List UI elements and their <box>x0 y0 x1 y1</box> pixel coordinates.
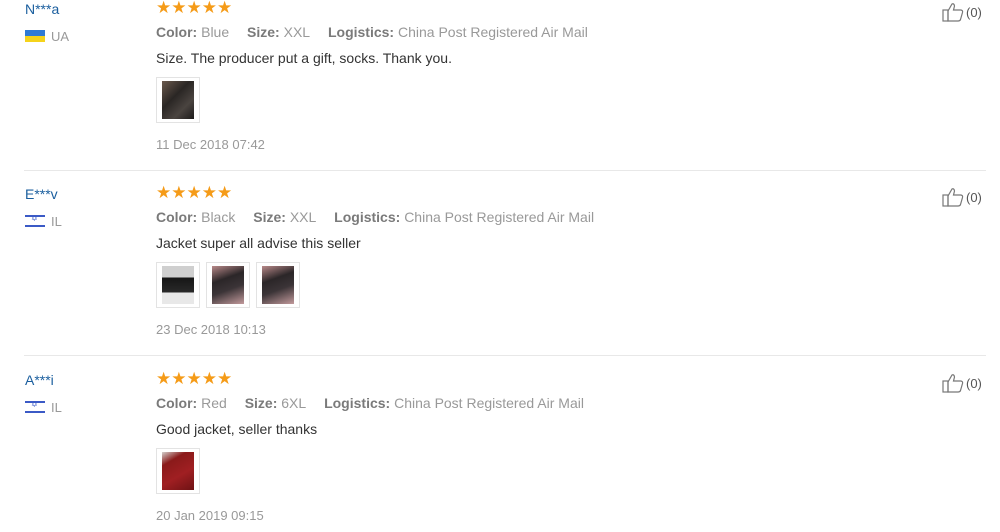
color-value: Red <box>201 395 227 411</box>
review-photo-thumbnail[interactable] <box>256 262 300 308</box>
color-value: Blue <box>201 24 230 40</box>
order-attributes: Color: Black Size: XXL Logistics: China … <box>156 209 608 225</box>
size-label: Size: <box>247 24 280 40</box>
dark-jacket-photo <box>162 81 194 119</box>
review-text: Jacket super all advise this seller <box>156 235 361 251</box>
size-value: XXL <box>289 209 317 225</box>
size-value: XXL <box>283 24 311 40</box>
buyer-name-link[interactable]: N***a <box>25 1 59 17</box>
order-attributes: Color: Red Size: 6XL Logistics: China Po… <box>156 395 598 411</box>
israel-flag-icon <box>25 214 45 227</box>
review-divider <box>24 355 986 356</box>
size-value: 6XL <box>281 395 307 411</box>
buyer-country: UA <box>25 28 69 44</box>
review-text: Good jacket, seller thanks <box>156 421 318 437</box>
review-text: Size. The producer put a gift, socks. Th… <box>156 50 452 66</box>
color-value: Black <box>201 209 236 225</box>
jacket-photo <box>212 266 244 304</box>
star-rating: ★★★★★ <box>156 0 233 17</box>
review-photos <box>156 262 300 308</box>
color-label: Color: <box>156 24 198 40</box>
logistics-label: Logistics: <box>334 209 401 225</box>
israel-flag-icon <box>25 400 45 413</box>
review-photo-thumbnail[interactable] <box>156 262 200 308</box>
buyer-country: IL <box>25 213 62 229</box>
buyer-country: IL <box>25 399 62 415</box>
review-date: 20 Jan 2019 09:15 <box>156 508 264 523</box>
logistics-value: China Post Registered Air Mail <box>404 209 595 225</box>
logistics-label: Logistics: <box>327 24 395 40</box>
buyer-name-link[interactable]: E***v <box>25 186 58 202</box>
thumbs-up-icon <box>942 374 964 393</box>
country-code: IL <box>51 399 62 415</box>
color-label: Color: <box>156 395 198 411</box>
review-divider <box>24 170 986 171</box>
review-photo-thumbnail[interactable] <box>156 77 200 123</box>
logistics-value: China Post Registered Air Mail <box>394 395 584 411</box>
helpful-button[interactable]: (0) <box>942 187 982 207</box>
logistics-value: China Post Registered Air Mail <box>397 24 588 40</box>
helpful-button[interactable]: (0) <box>942 373 982 393</box>
helpful-count: (0) <box>966 189 982 205</box>
color-label: Color: <box>156 209 198 225</box>
review-date: 11 Dec 2018 07:42 <box>156 137 265 152</box>
review-photos <box>156 448 200 494</box>
red-jacket-photo <box>162 452 194 490</box>
black-white-jacket-photo <box>162 266 194 304</box>
buyer-name-link[interactable]: A***i <box>25 372 54 388</box>
feedback-list: N***a UA ★★★★★ Color: Blue Size: XXL Log… <box>0 0 1000 532</box>
review-photo-thumbnail[interactable] <box>206 262 250 308</box>
size-label: Size: <box>244 395 278 411</box>
review-photos <box>156 77 200 123</box>
helpful-button[interactable]: (0) <box>942 2 982 22</box>
star-rating: ★★★★★ <box>156 183 233 202</box>
helpful-count: (0) <box>966 375 982 391</box>
star-rating: ★★★★★ <box>156 369 233 388</box>
review-photo-thumbnail[interactable] <box>156 448 200 494</box>
country-code: UA <box>51 28 70 44</box>
size-label: Size: <box>253 209 286 225</box>
order-attributes: Color: Blue Size: XXL Logistics: China P… <box>156 24 602 40</box>
thumbs-up-icon <box>942 188 964 207</box>
logistics-label: Logistics: <box>324 395 391 411</box>
thumbs-up-icon <box>942 3 964 22</box>
country-code: IL <box>51 213 62 229</box>
jacket-photo <box>262 266 294 304</box>
helpful-count: (0) <box>966 4 982 20</box>
review-date: 23 Dec 2018 10:13 <box>156 322 266 337</box>
ukraine-flag-icon <box>25 30 45 42</box>
